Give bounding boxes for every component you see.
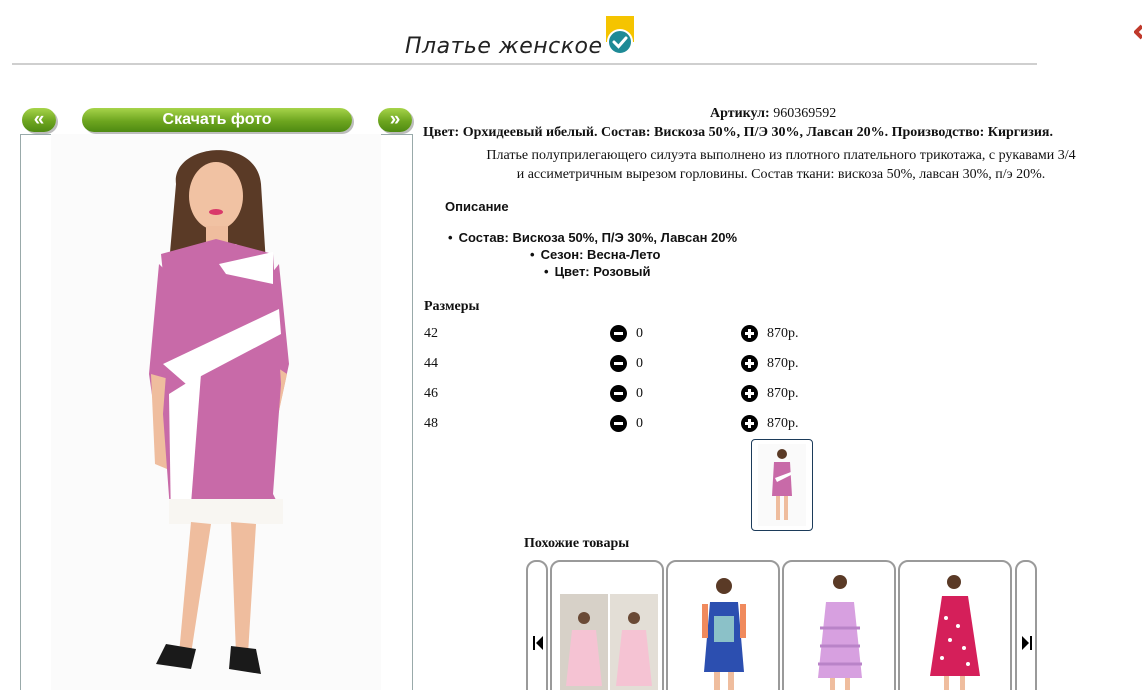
skip-next-icon (1022, 636, 1032, 650)
skip-previous-icon (533, 636, 543, 650)
property-item: Сезон: Весна-Лето (530, 247, 661, 262)
carousel-prev-button[interactable] (526, 560, 548, 690)
title-row: Платье женское (0, 14, 1042, 66)
price-value: 870р. (767, 356, 799, 371)
property-item: Состав: Вискоза 50%, П/Э 30%, Лавсан 20% (448, 230, 738, 245)
thumbnail-image (758, 444, 806, 526)
quantity-value: 0 (636, 326, 643, 341)
size-row: 48 0 870р. (424, 414, 824, 434)
size-row: 42 0 870р. (424, 324, 824, 344)
prev-photo-button[interactable]: « (22, 108, 56, 132)
article-value: 960369592 (773, 106, 837, 121)
size-row: 44 0 870р. (424, 354, 824, 374)
download-photo-button[interactable]: Скачать фото (82, 108, 352, 132)
description-line: Платье полуприлегающего силуэта выполнен… (486, 148, 1076, 163)
price-value: 870р. (767, 386, 799, 401)
photo-thumbnail[interactable] (751, 439, 813, 531)
carousel-next-button[interactable] (1015, 560, 1037, 690)
title-divider (12, 63, 1037, 65)
close-icon[interactable] (1134, 18, 1142, 44)
similar-product-image (906, 568, 1006, 690)
article-label: Артикул: (710, 106, 770, 121)
color-composition-line: Цвет: Орхидеевый ибелый. Состав: Вискоза… (423, 125, 1053, 140)
size-row: 46 0 870р. (424, 384, 824, 404)
similar-product-card[interactable] (898, 560, 1012, 690)
next-photo-button[interactable]: » (378, 108, 412, 132)
price-value: 870р. (767, 326, 799, 341)
quantity-value: 0 (636, 416, 643, 431)
minus-icon[interactable] (610, 385, 627, 402)
main-product-photo (51, 134, 381, 690)
sizes-heading: Размеры (424, 299, 480, 314)
quantity-value: 0 (636, 356, 643, 371)
size-label: 42 (424, 326, 438, 341)
plus-icon[interactable] (741, 385, 758, 402)
size-label: 44 (424, 356, 438, 371)
minus-icon[interactable] (610, 355, 627, 372)
similar-products-heading: Похожие товары (524, 536, 630, 551)
page-title: Платье женское (405, 34, 603, 59)
similar-product-card[interactable] (550, 560, 664, 690)
plus-icon[interactable] (741, 325, 758, 342)
property-item: Цвет: Розовый (544, 264, 651, 279)
minus-icon[interactable] (610, 325, 627, 342)
similar-product-image (674, 568, 774, 690)
minus-icon[interactable] (610, 415, 627, 432)
plus-icon[interactable] (741, 355, 758, 372)
similar-product-image (790, 568, 890, 690)
plus-icon[interactable] (741, 415, 758, 432)
similar-product-image (558, 568, 658, 690)
size-label: 48 (424, 416, 438, 431)
product-description: Платье полуприлегающего силуэта выполнен… (420, 146, 1142, 184)
article-line: Артикул: 960369592 (710, 106, 836, 122)
similar-product-card[interactable] (782, 560, 896, 690)
price-value: 870р. (767, 416, 799, 431)
description-heading: Описание (445, 199, 509, 214)
description-line: и ассиметричным вырезом горловины. Соста… (516, 167, 1046, 182)
similar-product-card[interactable] (666, 560, 780, 690)
size-label: 46 (424, 386, 438, 401)
verified-check-icon (606, 16, 634, 55)
quantity-value: 0 (636, 386, 643, 401)
